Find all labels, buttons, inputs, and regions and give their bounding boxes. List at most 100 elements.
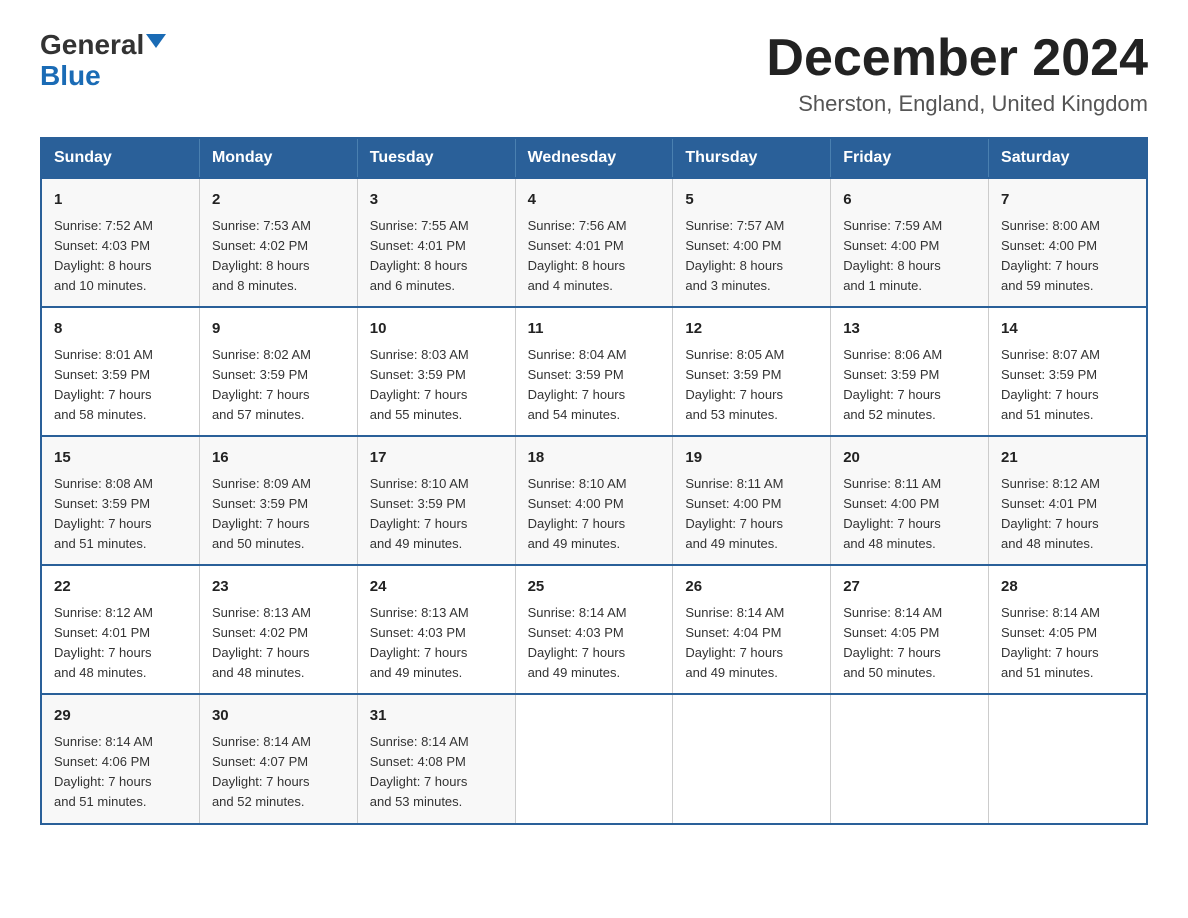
calendar-cell <box>989 694 1147 823</box>
day-info: Sunrise: 8:13 AMSunset: 4:02 PMDaylight:… <box>212 603 345 684</box>
day-number: 30 <box>212 705 345 728</box>
calendar-cell: 26 Sunrise: 8:14 AMSunset: 4:04 PMDayligh… <box>673 565 831 694</box>
weekday-header-row: SundayMondayTuesdayWednesdayThursdayFrid… <box>41 138 1147 178</box>
weekday-header-saturday: Saturday <box>989 138 1147 178</box>
day-number: 2 <box>212 189 345 212</box>
calendar-cell <box>515 694 673 823</box>
day-number: 11 <box>528 318 661 341</box>
calendar-week-row: 29Sunrise: 8:14 AMSunset: 4:06 PMDayligh… <box>41 694 1147 823</box>
day-info: Sunrise: 7:55 AMSunset: 4:01 PMDaylight:… <box>370 216 503 297</box>
calendar-cell: 30Sunrise: 8:14 AMSunset: 4:07 PMDayligh… <box>199 694 357 823</box>
day-number: 15 <box>54 447 187 470</box>
day-info: Sunrise: 8:14 AMSunset: 4:05 PMDaylight:… <box>843 603 976 684</box>
calendar-cell: 8 Sunrise: 8:01 AMSunset: 3:59 PMDaylight… <box>41 307 199 436</box>
weekday-header-thursday: Thursday <box>673 138 831 178</box>
day-info: Sunrise: 8:04 AMSunset: 3:59 PMDaylight:… <box>528 345 661 426</box>
calendar-cell: 9Sunrise: 8:02 AMSunset: 3:59 PMDaylight… <box>199 307 357 436</box>
calendar-cell: 16Sunrise: 8:09 AMSunset: 3:59 PMDayligh… <box>199 436 357 565</box>
day-number: 28 <box>1001 576 1134 599</box>
day-info: Sunrise: 8:13 AMSunset: 4:03 PMDaylight:… <box>370 603 503 684</box>
day-info: Sunrise: 8:14 AMSunset: 4:05 PMDaylight:… <box>1001 603 1134 684</box>
day-info: Sunrise: 8:14 AMSunset: 4:08 PMDaylight:… <box>370 732 503 813</box>
day-number: 29 <box>54 705 187 728</box>
day-info: Sunrise: 8:12 AMSunset: 4:01 PMDaylight:… <box>1001 474 1134 555</box>
weekday-header-friday: Friday <box>831 138 989 178</box>
calendar-cell: 15 Sunrise: 8:08 AMSunset: 3:59 PMDayligh… <box>41 436 199 565</box>
calendar-header: SundayMondayTuesdayWednesdayThursdayFrid… <box>41 138 1147 178</box>
day-number: 4 <box>528 189 661 212</box>
weekday-header-wednesday: Wednesday <box>515 138 673 178</box>
day-number: 19 <box>685 447 818 470</box>
day-number: 9 <box>212 318 345 341</box>
day-info: Sunrise: 8:10 AMSunset: 3:59 PMDaylight:… <box>370 474 503 555</box>
day-number: 12 <box>685 318 818 341</box>
day-number: 24 <box>370 576 503 599</box>
weekday-header-monday: Monday <box>199 138 357 178</box>
calendar-week-row: 1Sunrise: 7:52 AMSunset: 4:03 PMDaylight… <box>41 178 1147 307</box>
day-info: Sunrise: 8:10 AMSunset: 4:00 PMDaylight:… <box>528 474 661 555</box>
day-number: 10 <box>370 318 503 341</box>
day-info: Sunrise: 7:53 AMSunset: 4:02 PMDaylight:… <box>212 216 345 297</box>
day-number: 13 <box>843 318 976 341</box>
calendar-body: 1Sunrise: 7:52 AMSunset: 4:03 PMDaylight… <box>41 178 1147 823</box>
calendar-cell: 21 Sunrise: 8:12 AMSunset: 4:01 PMDayligh… <box>989 436 1147 565</box>
page-header: General Blue December 2024 Sherston, Eng… <box>40 30 1148 117</box>
day-number: 7 <box>1001 189 1134 212</box>
calendar-cell: 17 Sunrise: 8:10 AMSunset: 3:59 PMDayligh… <box>357 436 515 565</box>
calendar-cell: 5Sunrise: 7:57 AMSunset: 4:00 PMDaylight… <box>673 178 831 307</box>
day-number: 27 <box>843 576 976 599</box>
day-info: Sunrise: 8:00 AMSunset: 4:00 PMDaylight:… <box>1001 216 1134 297</box>
calendar-cell: 6 Sunrise: 7:59 AMSunset: 4:00 PMDaylight… <box>831 178 989 307</box>
day-number: 26 <box>685 576 818 599</box>
calendar-cell: 18Sunrise: 8:10 AMSunset: 4:00 PMDayligh… <box>515 436 673 565</box>
day-number: 3 <box>370 189 503 212</box>
day-info: Sunrise: 8:14 AMSunset: 4:03 PMDaylight:… <box>528 603 661 684</box>
title-block: December 2024 Sherston, England, United … <box>766 30 1148 117</box>
day-info: Sunrise: 7:56 AMSunset: 4:01 PMDaylight:… <box>528 216 661 297</box>
day-info: Sunrise: 8:07 AMSunset: 3:59 PMDaylight:… <box>1001 345 1134 426</box>
day-info: Sunrise: 8:11 AMSunset: 4:00 PMDaylight:… <box>843 474 976 555</box>
day-info: Sunrise: 8:05 AMSunset: 3:59 PMDaylight:… <box>685 345 818 426</box>
calendar-cell: 31Sunrise: 8:14 AMSunset: 4:08 PMDayligh… <box>357 694 515 823</box>
calendar-cell: 25 Sunrise: 8:14 AMSunset: 4:03 PMDayligh… <box>515 565 673 694</box>
calendar-cell: 19 Sunrise: 8:11 AMSunset: 4:00 PMDayligh… <box>673 436 831 565</box>
day-info: Sunrise: 8:01 AMSunset: 3:59 PMDaylight:… <box>54 345 187 426</box>
calendar-cell <box>673 694 831 823</box>
calendar-cell: 24 Sunrise: 8:13 AMSunset: 4:03 PMDayligh… <box>357 565 515 694</box>
day-number: 6 <box>843 189 976 212</box>
calendar-cell: 23 Sunrise: 8:13 AMSunset: 4:02 PMDayligh… <box>199 565 357 694</box>
day-number: 23 <box>212 576 345 599</box>
month-title: December 2024 <box>766 30 1148 87</box>
logo-general: General <box>40 30 144 61</box>
calendar-cell: 22Sunrise: 8:12 AMSunset: 4:01 PMDayligh… <box>41 565 199 694</box>
calendar-week-row: 15 Sunrise: 8:08 AMSunset: 3:59 PMDayligh… <box>41 436 1147 565</box>
day-info: Sunrise: 8:08 AMSunset: 3:59 PMDaylight:… <box>54 474 187 555</box>
day-info: Sunrise: 7:59 AMSunset: 4:00 PMDaylight:… <box>843 216 976 297</box>
day-number: 22 <box>54 576 187 599</box>
calendar-cell: 11 Sunrise: 8:04 AMSunset: 3:59 PMDayligh… <box>515 307 673 436</box>
day-number: 20 <box>843 447 976 470</box>
day-info: Sunrise: 8:09 AMSunset: 3:59 PMDaylight:… <box>212 474 345 555</box>
calendar-cell: 29Sunrise: 8:14 AMSunset: 4:06 PMDayligh… <box>41 694 199 823</box>
calendar-cell: 1Sunrise: 7:52 AMSunset: 4:03 PMDaylight… <box>41 178 199 307</box>
calendar-week-row: 8 Sunrise: 8:01 AMSunset: 3:59 PMDaylight… <box>41 307 1147 436</box>
calendar-cell: 10Sunrise: 8:03 AMSunset: 3:59 PMDayligh… <box>357 307 515 436</box>
day-number: 25 <box>528 576 661 599</box>
day-info: Sunrise: 8:14 AMSunset: 4:04 PMDaylight:… <box>685 603 818 684</box>
weekday-header-sunday: Sunday <box>41 138 199 178</box>
day-number: 8 <box>54 318 187 341</box>
weekday-header-tuesday: Tuesday <box>357 138 515 178</box>
day-info: Sunrise: 8:11 AMSunset: 4:00 PMDaylight:… <box>685 474 818 555</box>
logo-triangle-icon <box>146 34 166 48</box>
calendar-cell: 27 Sunrise: 8:14 AMSunset: 4:05 PMDayligh… <box>831 565 989 694</box>
calendar-cell <box>831 694 989 823</box>
calendar-cell: 12 Sunrise: 8:05 AMSunset: 3:59 PMDayligh… <box>673 307 831 436</box>
calendar-cell: 20 Sunrise: 8:11 AMSunset: 4:00 PMDayligh… <box>831 436 989 565</box>
calendar-cell: 2 Sunrise: 7:53 AMSunset: 4:02 PMDaylight… <box>199 178 357 307</box>
day-number: 21 <box>1001 447 1134 470</box>
day-number: 17 <box>370 447 503 470</box>
calendar-cell: 14Sunrise: 8:07 AMSunset: 3:59 PMDayligh… <box>989 307 1147 436</box>
calendar-cell: 4 Sunrise: 7:56 AMSunset: 4:01 PMDaylight… <box>515 178 673 307</box>
location-title: Sherston, England, United Kingdom <box>766 91 1148 117</box>
calendar-cell: 13Sunrise: 8:06 AMSunset: 3:59 PMDayligh… <box>831 307 989 436</box>
